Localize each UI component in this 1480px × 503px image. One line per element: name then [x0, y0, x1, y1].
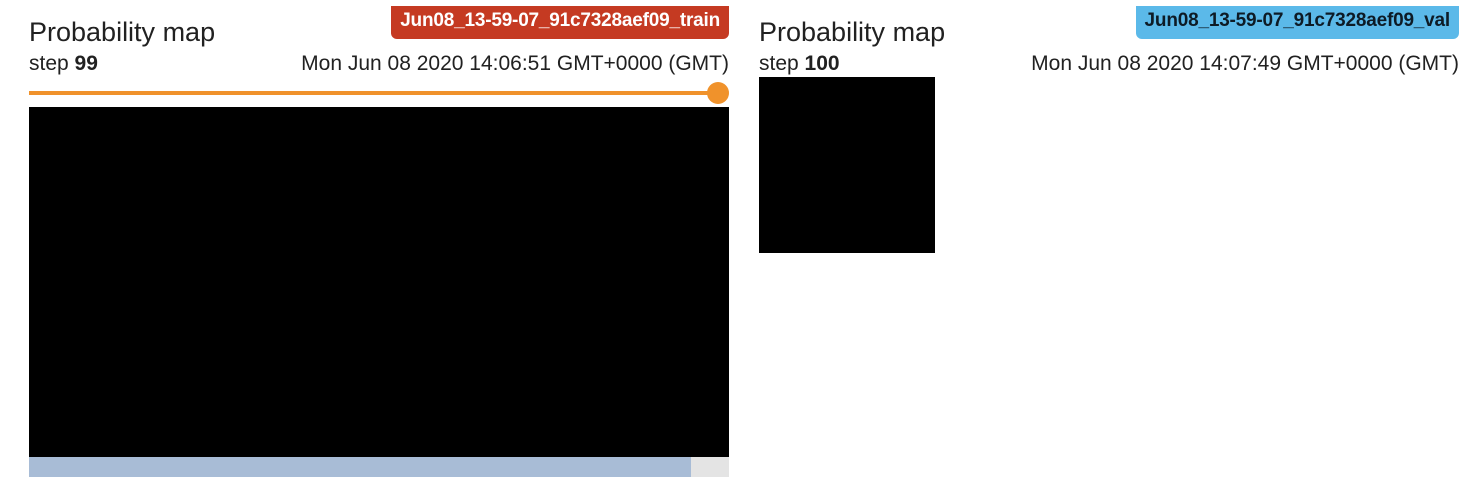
timestamp: Mon Jun 08 2020 14:07:49 GMT+0000 (GMT)	[1031, 52, 1459, 75]
slider-thumb[interactable]	[707, 82, 729, 104]
run-name-badge: Jun08_13-59-07_91c7328aef09_val	[1135, 6, 1459, 39]
step-label: step	[759, 52, 799, 75]
step-indicator: step 100	[759, 51, 840, 77]
step-value: 99	[74, 52, 98, 75]
card-title: Probability map	[759, 17, 946, 47]
timestamp: Mon Jun 08 2020 14:06:51 GMT+0000 (GMT)	[301, 52, 729, 75]
run-name-badge: Jun08_13-59-07_91c7328aef09_train	[391, 6, 729, 39]
slider-fill	[29, 91, 718, 95]
step-indicator: step 99	[29, 51, 98, 77]
step-value: 100	[804, 52, 840, 75]
card-title: Probability map	[29, 17, 216, 47]
image-card-val: Probability map Jun08_13-59-07_91c7328ae…	[759, 0, 1459, 260]
step-slider[interactable]	[29, 82, 729, 104]
scrollbar-thumb[interactable]	[29, 457, 691, 477]
horizontal-scrollbar[interactable]	[29, 457, 729, 477]
image-viewport[interactable]	[29, 107, 729, 457]
step-label: step	[29, 52, 69, 75]
probability-map-image[interactable]	[759, 77, 935, 253]
probability-map-image	[29, 107, 729, 457]
image-card-train: Probability map Jun08_13-59-07_91c7328ae…	[29, 0, 729, 500]
